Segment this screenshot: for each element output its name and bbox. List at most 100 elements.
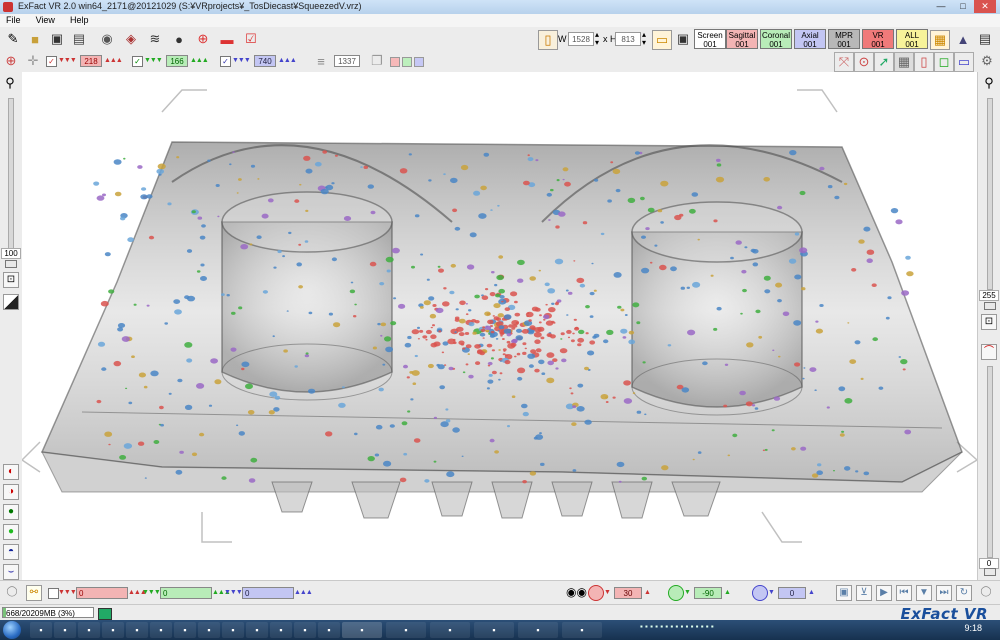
color-halfmoon-2-icon[interactable]: ◑ [3,484,19,500]
bottom-coronal-down-icon[interactable]: ▼▼▼ [142,587,161,599]
gallery-icon[interactable]: ▦ [930,30,950,50]
view-mpr-button[interactable]: MPR 001 [828,29,860,49]
link-icon[interactable]: ⚯ [26,585,42,601]
taskbar-app-13[interactable]: ▪ [318,622,340,638]
right-lower-slider-thumb[interactable] [984,568,996,576]
coronal-step-down-icon[interactable]: ▼▼▼ [144,55,163,67]
bottom-axial-up-icon[interactable]: ▲▲▲ [294,587,313,599]
left-slider-thumb[interactable] [5,260,17,268]
minus-bar-icon[interactable]: ▭ [954,52,974,72]
rotate-y-value[interactable]: -90 [694,587,722,599]
rotate-z-down-icon[interactable]: ▼ [768,587,775,599]
fit-icon[interactable]: ⊡ [3,272,19,288]
last-icon[interactable]: ⏭ [936,585,952,601]
rotate-z-value[interactable]: 0 [778,587,806,599]
menu-help[interactable]: Help [64,14,95,27]
reset-right-icon[interactable]: ◯ [978,585,994,601]
view-sagittal-button[interactable]: Sagittal 001 [726,29,758,49]
bottom-sagittal-value[interactable]: 0 [76,587,128,599]
sagittal-step-up-icon[interactable]: ▲▲▲ [104,55,123,67]
taskbar-app-19[interactable]: ▪ [562,622,602,638]
layers-icon[interactable]: ≋ [146,30,164,48]
bottom-axial-down-icon[interactable]: ▼▼▼ [224,587,243,599]
color-green-circle-1-icon[interactable]: ● [3,504,19,520]
magnet-icon[interactable]: ⊙ [854,52,874,72]
axial-slice-value[interactable]: 740 [254,55,276,67]
rotate-x-icon[interactable] [588,585,604,601]
window-icon[interactable]: ▭ [652,30,672,50]
right-slider-thumb[interactable] [984,302,996,310]
rotate-icon[interactable]: ↻ [956,585,972,601]
reset-left-icon[interactable]: ◯ [4,585,20,601]
helmet-icon[interactable]: ● [170,30,188,48]
histogram-icon[interactable]: ▲ [954,30,972,48]
color-green-circle-2-icon[interactable]: ● [3,524,19,540]
height-spinner-icon[interactable]: ▴ ▾ [642,31,646,47]
sagittal-step-down-icon[interactable]: ▼▼▼ [58,55,77,67]
axial-step-up-icon[interactable]: ▲▲▲ [278,55,297,67]
width-spinner-icon[interactable]: ▴ ▾ [595,31,599,47]
right-lower-slider-track[interactable] [987,366,993,558]
zoom-icon[interactable]: ⚲ [2,76,18,92]
nav-2-icon[interactable]: ⊻ [856,585,872,601]
taskbar-app-10[interactable]: ▪ [246,622,268,638]
color-blue-dish-icon[interactable]: ⌣ [3,564,19,580]
rotate-y-down-icon[interactable]: ▼ [684,587,691,599]
color-halfmoon-1-icon[interactable]: ◐ [3,464,19,480]
right-slider-track[interactable] [987,98,993,290]
crosshair-icon[interactable]: ⊕ [2,52,20,70]
bottom-axial-value[interactable]: 0 [242,587,294,599]
taskbar-app-2[interactable]: ▪ [54,622,76,638]
axial-step-down-icon[interactable]: ▼▼▼ [232,55,251,67]
grid-icon[interactable]: ▦ [894,52,914,72]
render-icon[interactable]: ◈ [122,30,140,48]
taskbar-app-6[interactable]: ▪ [150,622,172,638]
target-icon[interactable]: ⊕ [194,30,212,48]
view-vr-button[interactable]: VR 001 [862,29,894,49]
taskbar-app-16[interactable]: ▪ [430,622,470,638]
fit-right-icon[interactable]: ⊡ [981,314,997,330]
left-slider-track[interactable] [8,98,14,250]
width-input[interactable]: 1528 [568,32,594,46]
nav-1-icon[interactable]: ▣ [836,585,852,601]
cursor-cross-icon[interactable]: ✛ [24,52,42,70]
eye-icon[interactable]: ◉◉ [566,585,587,599]
menu-file[interactable]: File [0,14,27,27]
rotate-x-value[interactable]: 30 [614,587,642,599]
sagittal-checkbox[interactable]: ✓ [46,56,57,67]
coronal-step-up-icon[interactable]: ▲▲▲ [190,55,209,67]
rotate-z-up-icon[interactable]: ▲ [808,587,815,599]
close-button[interactable]: ✕ [974,0,996,13]
height-input[interactable]: 813 [615,32,641,46]
save-icon[interactable]: ▣ [48,30,66,48]
first-icon[interactable]: ⏮ [896,585,912,601]
axial-checkbox[interactable]: ✓ [220,56,231,67]
zoom-right-icon[interactable]: ⚲ [981,76,997,92]
view-coronal-button[interactable]: Coronal 001 [760,29,792,49]
color-blue-halfmoon-icon[interactable]: ◓ [3,544,19,560]
rotate-z-icon[interactable] [752,585,768,601]
view-screen-button[interactable]: Screen 001 [694,29,726,49]
axial-color-swatch[interactable] [414,57,424,67]
taskbar-app-4[interactable]: ▪ [102,622,124,638]
ruler-icon[interactable]: ▬ [218,30,236,48]
down-icon[interactable]: ▼ [916,585,932,601]
start-button[interactable] [3,621,21,639]
view-all-button[interactable]: ALL 001 [896,29,928,49]
play-icon[interactable]: ▶ [876,585,892,601]
bottom-sagittal-down-icon[interactable]: ▼▼▼ [58,587,77,599]
taskbar-app-11[interactable]: ▪ [270,622,292,638]
taskbar-app-12[interactable]: ▪ [294,622,316,638]
contrast-icon[interactable] [3,294,19,310]
taskbar-app-9[interactable]: ▪ [222,622,244,638]
page-icon[interactable]: ▯ [914,52,934,72]
crop-icon[interactable]: ◻ [934,52,954,72]
settings-icon[interactable]: ▤ [976,30,994,48]
slice-count-value[interactable]: 1337 [334,55,360,67]
taskbar-app-18[interactable]: ▪ [518,622,558,638]
bottom-coronal-value[interactable]: 0 [160,587,212,599]
pen-icon[interactable]: ✎ [4,30,22,48]
minimize-button[interactable]: — [930,0,952,13]
taskbar-app-17[interactable]: ▪ [474,622,514,638]
menu-view[interactable]: View [30,14,61,27]
